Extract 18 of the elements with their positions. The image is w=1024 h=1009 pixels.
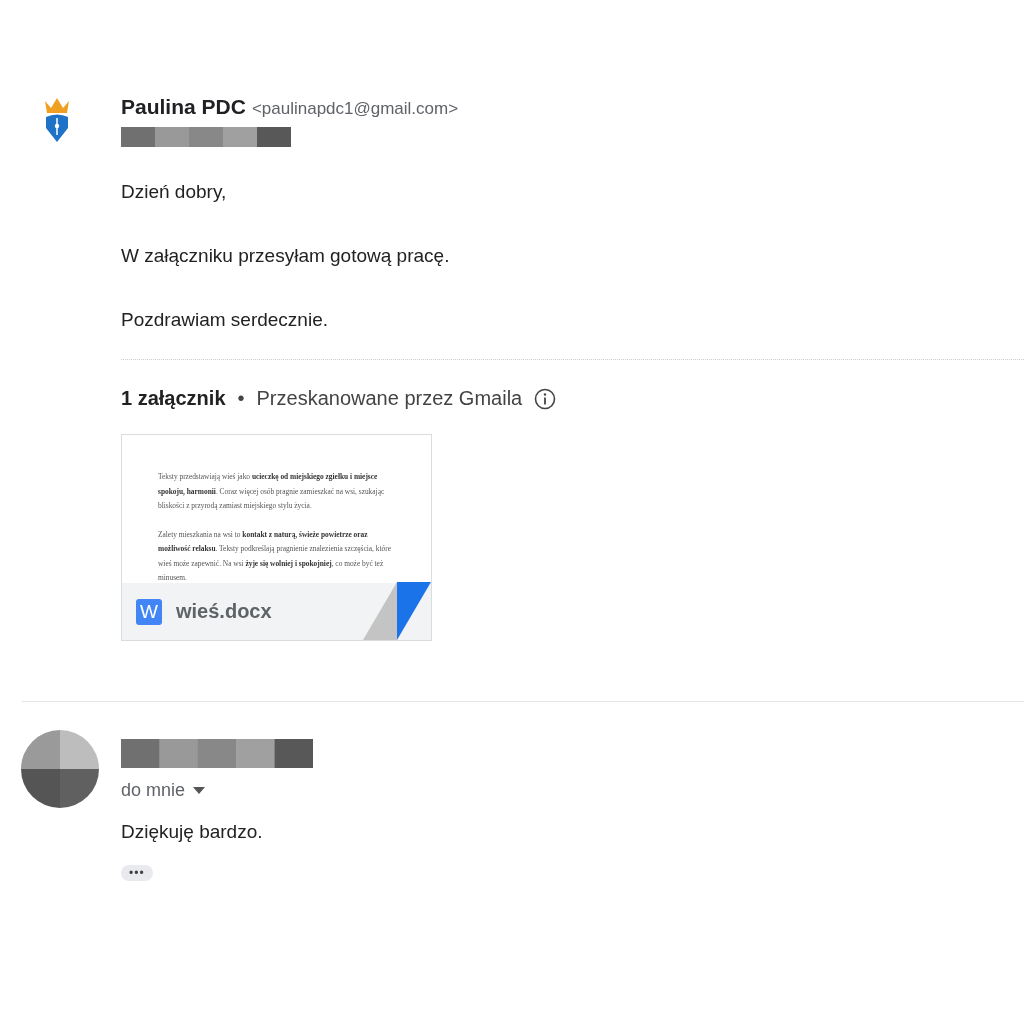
- sender-name: Paulina PDC: [121, 95, 246, 119]
- show-trimmed-button[interactable]: •••: [121, 865, 153, 881]
- attachment-card[interactable]: [121, 434, 432, 641]
- body-text: Dziękuję bardzo.: [121, 821, 264, 843]
- body-text: Pozdrawiam serdecznie.: [121, 308, 329, 332]
- file-name: wieś.docx: [176, 600, 272, 623]
- avatar-icon: [21, 730, 99, 808]
- sender-email: <paulinapdc1@gmail.com>: [251, 99, 459, 119]
- body-text: W załączniku przesyłam gotową pracę.: [121, 244, 451, 268]
- caret-icon[interactable]: [193, 787, 206, 794]
- body-text: Dzień dobry,: [121, 180, 228, 204]
- info-icon[interactable]: [534, 387, 557, 410]
- scan-note: Przeskanowane przez Gmaila: [256, 387, 523, 410]
- recipient-label: do mnie: [121, 780, 186, 801]
- word-file-icon: W: [136, 598, 162, 625]
- attachment-count: 1 załącznik: [121, 387, 226, 410]
- page-corner-icon: [363, 582, 431, 640]
- separator-dot: •: [237, 387, 245, 410]
